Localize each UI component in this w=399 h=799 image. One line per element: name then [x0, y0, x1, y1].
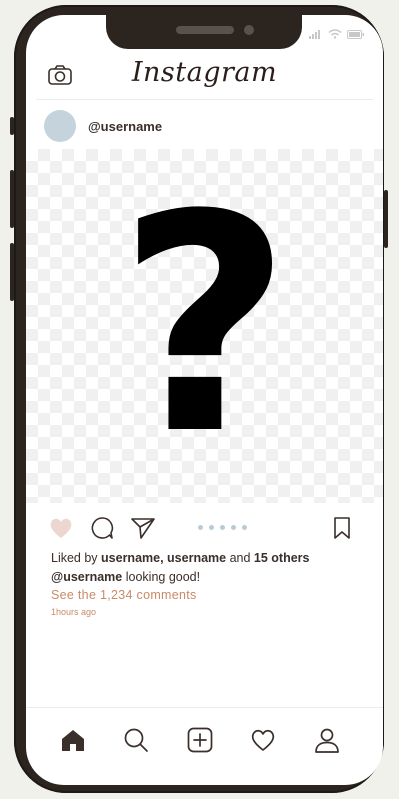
- like-icon[interactable]: [48, 515, 74, 541]
- post-caption: @username looking good!: [51, 570, 200, 584]
- caption-username[interactable]: @username: [51, 570, 122, 584]
- bookmark-icon[interactable]: [329, 515, 355, 541]
- home-icon[interactable]: [59, 726, 87, 754]
- activity-icon[interactable]: [249, 726, 277, 754]
- view-comments-link[interactable]: See the 1,234 comments: [51, 588, 197, 602]
- carousel-dot: [220, 525, 225, 530]
- likes-others[interactable]: 15 others: [254, 551, 310, 565]
- front-camera: [244, 25, 254, 35]
- signal-icon: [309, 29, 320, 39]
- header-divider: [36, 99, 373, 100]
- avatar[interactable]: [44, 110, 76, 142]
- comment-icon[interactable]: [89, 515, 115, 541]
- carousel-indicator: [198, 525, 247, 530]
- likes-prefix: Liked by: [51, 551, 102, 565]
- wifi-icon: [328, 29, 342, 39]
- phone-screen: Instagram @username ? Liked by username,…: [26, 15, 383, 785]
- carousel-dot: [198, 525, 203, 530]
- volume-up-button: [10, 170, 14, 228]
- carousel-dot: [209, 525, 214, 530]
- app-logo: Instagram: [131, 57, 278, 88]
- notch: [106, 15, 302, 49]
- volume-down-button: [10, 243, 14, 301]
- likes-users[interactable]: username, username: [101, 551, 226, 565]
- search-icon[interactable]: [122, 726, 150, 754]
- carousel-dot: [231, 525, 236, 530]
- likes-middle: and: [226, 551, 254, 565]
- likes-summary: Liked by username, username and 15 other…: [51, 551, 310, 565]
- add-post-icon[interactable]: [186, 726, 214, 754]
- post-image[interactable]: ?: [26, 149, 383, 503]
- bottom-tab-bar: [26, 707, 383, 785]
- caption-text: looking good!: [125, 570, 201, 584]
- status-bar: [309, 29, 365, 39]
- post-username[interactable]: @username: [88, 119, 162, 134]
- app-header: Instagram: [26, 53, 383, 101]
- post-actions: [26, 513, 383, 545]
- question-mark-icon: ?: [117, 151, 292, 500]
- power-button: [384, 190, 388, 248]
- post-timestamp: 1hours ago: [51, 607, 97, 617]
- post-header[interactable]: @username: [44, 110, 162, 142]
- battery-icon: [347, 29, 364, 39]
- share-icon[interactable]: [130, 515, 156, 541]
- carousel-dot: [242, 525, 247, 530]
- mute-switch: [10, 117, 14, 135]
- speaker: [176, 26, 234, 34]
- profile-icon[interactable]: [313, 726, 341, 754]
